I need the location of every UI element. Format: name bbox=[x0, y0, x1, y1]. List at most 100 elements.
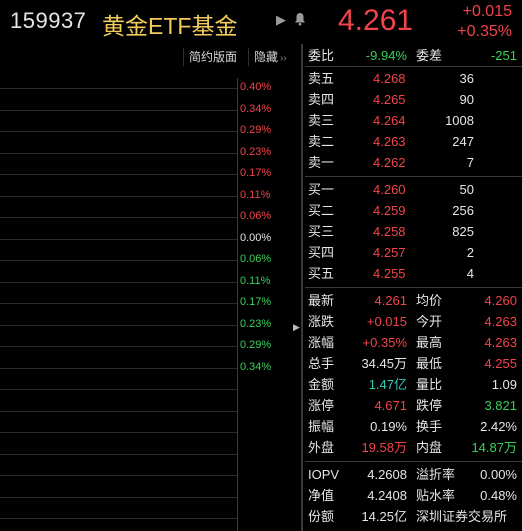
last-price: 4.261 bbox=[338, 4, 414, 37]
chart-gridline bbox=[0, 475, 237, 476]
fund-info-row: 份额 14.25亿 深圳证券交易所 bbox=[305, 506, 522, 527]
percent-axis-label: 0.06% bbox=[240, 210, 272, 222]
ask-row[interactable]: 卖三 4.264 1008 bbox=[305, 110, 522, 131]
field-value: 14.25亿 bbox=[361, 509, 407, 524]
field-label: 金额 bbox=[308, 377, 335, 392]
bid-volume: 2 bbox=[466, 245, 474, 260]
field-label: 份额 bbox=[308, 509, 335, 524]
bid-row[interactable]: 买一 4.260 50 bbox=[305, 179, 522, 200]
field-value: -251 bbox=[490, 48, 517, 63]
ask-level-label: 卖三 bbox=[308, 113, 335, 128]
bid-volume: 825 bbox=[452, 224, 474, 239]
stat-row: 金额 1.47亿 量比 1.09 bbox=[305, 374, 522, 395]
fund-info-row: IOPV 4.2608 溢折率 0.00% bbox=[305, 464, 522, 485]
chart-gridline bbox=[0, 217, 237, 218]
chart-gridline bbox=[0, 281, 237, 283]
chart-gridline bbox=[0, 109, 237, 111]
quote-panel: 委比 -9.94% 委差 -251 卖五 4.268 36 卖四 4.265 90 卖三 4.264 1… bbox=[305, 44, 522, 531]
field-value: -9.94% bbox=[365, 48, 407, 63]
ask-row[interactable]: 卖一 4.262 7 bbox=[305, 152, 522, 173]
ask-row[interactable]: 卖四 4.265 90 bbox=[305, 89, 522, 110]
chart-gridline bbox=[0, 260, 237, 261]
field-label: 均价 bbox=[416, 293, 443, 308]
field-label: 最新 bbox=[308, 293, 335, 308]
ask-price: 4.265 bbox=[373, 92, 406, 107]
field-label: 深圳证券交易所 bbox=[416, 509, 508, 524]
chart-gridline bbox=[0, 432, 237, 433]
price-change-pct: +0.35% bbox=[457, 23, 512, 40]
ask-volume: 36 bbox=[459, 71, 474, 86]
section-separator bbox=[305, 176, 522, 177]
field-value: 14.87万 bbox=[471, 440, 517, 455]
bid-volume: 4 bbox=[466, 266, 474, 281]
chart-gridline bbox=[0, 195, 237, 197]
percent-axis-label: 0.23% bbox=[240, 317, 272, 330]
field-value: 0.19% bbox=[370, 419, 407, 434]
percent-axis-label: 0.17% bbox=[240, 167, 272, 179]
field-value: 4.2408 bbox=[367, 488, 407, 503]
ask-volume: 7 bbox=[466, 155, 474, 170]
bid-row[interactable]: 买四 4.257 2 bbox=[305, 242, 522, 263]
field-label: 振幅 bbox=[308, 419, 335, 434]
field-label: 换手 bbox=[416, 419, 443, 434]
security-code: 159937 bbox=[10, 8, 87, 33]
ask-row[interactable]: 卖五 4.268 36 bbox=[305, 68, 522, 89]
simple-layout-button[interactable]: 简约版面 bbox=[183, 48, 242, 66]
panel-divider[interactable] bbox=[301, 44, 303, 531]
field-label: 最高 bbox=[416, 335, 443, 350]
ask-price: 4.263 bbox=[373, 134, 406, 149]
field-value: 4.263 bbox=[484, 314, 517, 329]
field-label: 今开 bbox=[416, 314, 443, 329]
field-label: 委差 bbox=[416, 48, 443, 63]
hide-panel-label: 隐藏 bbox=[254, 50, 279, 64]
stat-row: 外盘 19.58万 内盘 14.87万 bbox=[305, 437, 522, 458]
ask-volume: 1008 bbox=[445, 113, 474, 128]
field-value: 3.821 bbox=[484, 398, 517, 413]
field-value: 4.255 bbox=[484, 356, 517, 371]
stat-row: 涨幅 +0.35% 最高 4.263 bbox=[305, 332, 522, 353]
section-separator bbox=[305, 461, 522, 462]
chart-toolbar: 简约版面 隐藏 ›› bbox=[0, 48, 296, 68]
ask-price: 4.268 bbox=[373, 71, 406, 86]
field-value: 19.58万 bbox=[361, 440, 407, 455]
stat-row: 振幅 0.19% 换手 2.42% bbox=[305, 416, 522, 437]
bid-row[interactable]: 买五 4.255 4 bbox=[305, 263, 522, 284]
field-label: 净值 bbox=[308, 488, 335, 503]
percent-axis-label: 0.34% bbox=[240, 360, 272, 373]
field-label: 跌停 bbox=[416, 398, 443, 413]
double-chevron-right-icon: ›› bbox=[280, 53, 287, 64]
percent-axis-label: 0.34% bbox=[240, 102, 272, 115]
field-value: 4.671 bbox=[374, 398, 407, 413]
bell-icon[interactable] bbox=[294, 12, 308, 28]
field-value: +0.015 bbox=[366, 314, 407, 329]
hide-panel-button[interactable]: 隐藏 ›› bbox=[248, 48, 292, 66]
field-label: 涨跌 bbox=[308, 314, 335, 329]
ask-row[interactable]: 卖二 4.263 247 bbox=[305, 131, 522, 152]
stat-row: 涨停 4.671 跌停 3.821 bbox=[305, 395, 522, 416]
stat-row: 涨跌 +0.015 今开 4.263 bbox=[305, 311, 522, 332]
bid-row[interactable]: 买二 4.259 256 bbox=[305, 200, 522, 221]
percent-axis-label: 0.23% bbox=[240, 145, 272, 158]
bid-price: 4.258 bbox=[373, 224, 406, 239]
bid-level-label: 买五 bbox=[308, 266, 335, 281]
chart-axis-line bbox=[237, 78, 238, 531]
field-label: 涨幅 bbox=[308, 335, 335, 350]
bid-row[interactable]: 买三 4.258 825 bbox=[305, 221, 522, 242]
order-ratio-row: 委比 -9.94% 委差 -251 bbox=[305, 45, 522, 66]
bid-volume: 256 bbox=[452, 203, 474, 218]
chart-gridline bbox=[0, 453, 237, 455]
section-separator bbox=[305, 66, 522, 67]
intraday-chart[interactable]: 0.40% 0.34% 0.29% 0.23% 0.17% 0.11% 0.06% 0.00%… bbox=[0, 78, 296, 531]
field-value: 4.263 bbox=[484, 335, 517, 350]
price-change: +0.015 bbox=[462, 3, 512, 20]
ask-price: 4.264 bbox=[373, 113, 406, 128]
field-value: 4.2608 bbox=[367, 467, 407, 482]
percent-axis-label: 0.17% bbox=[240, 296, 272, 308]
play-icon[interactable]: ▶ bbox=[276, 12, 288, 28]
chart-gridline bbox=[0, 303, 237, 304]
bid-price: 4.259 bbox=[373, 203, 406, 218]
chart-gridline bbox=[0, 131, 237, 132]
chart-gridline bbox=[0, 389, 237, 390]
expand-arrow-icon[interactable]: ▶ bbox=[293, 322, 300, 333]
field-value: 1.47亿 bbox=[368, 377, 407, 392]
